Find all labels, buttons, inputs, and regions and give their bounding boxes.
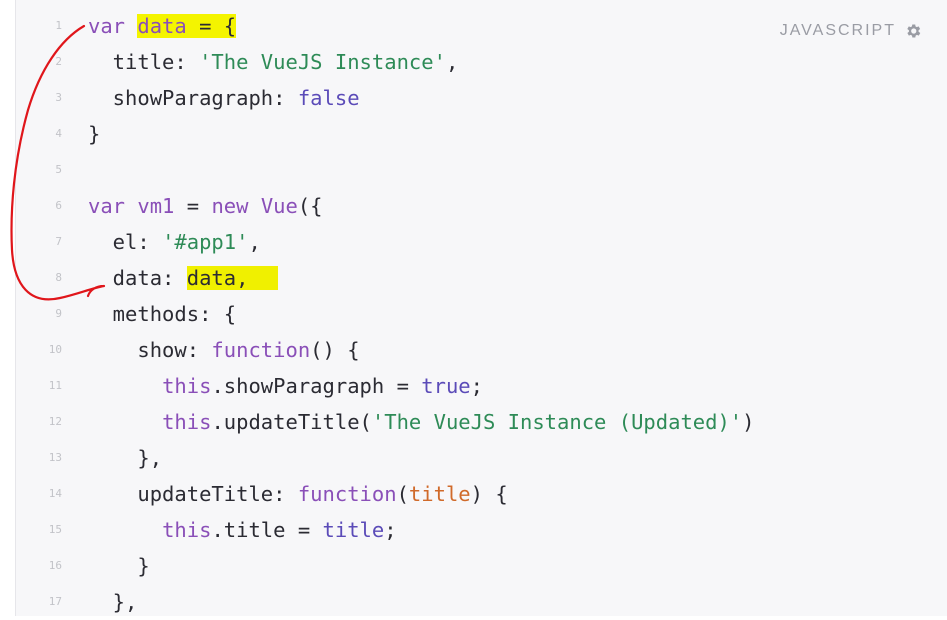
line-number: 12 bbox=[48, 415, 62, 428]
line-number: 5 bbox=[55, 163, 62, 176]
code-text: updateTitle: function(title) { bbox=[88, 482, 508, 506]
line-number: 13 bbox=[48, 451, 62, 464]
line-number: 15 bbox=[48, 523, 62, 536]
line-number: 10 bbox=[48, 343, 62, 356]
code-text: this.title = title; bbox=[162, 518, 397, 542]
code-line: 17 }, bbox=[16, 584, 936, 620]
code-text: this.updateTitle('The VueJS Instance (Up… bbox=[162, 410, 755, 434]
line-number: 4 bbox=[55, 127, 62, 140]
code-text: methods: { bbox=[88, 302, 237, 326]
code-text: el: '#app1', bbox=[88, 230, 261, 254]
line-number: 7 bbox=[55, 235, 62, 248]
code-line: 7 el: '#app1', bbox=[16, 224, 936, 260]
code-text: }, bbox=[88, 446, 163, 470]
line-number: 14 bbox=[48, 487, 62, 500]
code-text: title: 'The VueJS Instance', bbox=[88, 50, 459, 74]
code-text: this.showParagraph = true; bbox=[162, 374, 483, 398]
code-line: 16 } bbox=[16, 548, 936, 584]
line-number: 9 bbox=[55, 307, 62, 320]
code-line: 14 updateTitle: function(title) { bbox=[16, 476, 936, 512]
code-text: showParagraph: false bbox=[88, 86, 360, 110]
code-line: 15 this.title = title; bbox=[16, 512, 936, 548]
code-line: 11 this.showParagraph = true; bbox=[16, 368, 936, 404]
code-line: 8 data: data, bbox=[16, 260, 936, 296]
line-number: 8 bbox=[55, 271, 62, 284]
code-text: } bbox=[88, 122, 101, 146]
code-text: data: data, bbox=[88, 260, 279, 296]
code-line: 1 var data = { bbox=[16, 8, 936, 44]
code-line: 13 }, bbox=[16, 440, 936, 476]
code-editor[interactable]: JAVASCRIPT 1 var data = { 2 title: 'The … bbox=[15, 0, 947, 616]
code-line: 10 show: function() { bbox=[16, 332, 936, 368]
code-line: 9 methods: { bbox=[16, 296, 936, 332]
code-line: 4 } bbox=[16, 116, 936, 152]
code-text: var vm1 = new Vue({ bbox=[88, 194, 323, 218]
code-line: 2 title: 'The VueJS Instance', bbox=[16, 44, 936, 80]
code-text: }, bbox=[88, 590, 138, 614]
code-line: 5 bbox=[16, 152, 936, 188]
code-line: 3 showParagraph: false bbox=[16, 80, 936, 116]
line-number: 3 bbox=[55, 91, 62, 104]
code-text: show: function() { bbox=[88, 338, 360, 362]
line-number: 17 bbox=[48, 595, 62, 608]
line-number: 2 bbox=[55, 55, 62, 68]
line-number: 1 bbox=[55, 19, 62, 32]
code-text: var data = { bbox=[88, 14, 237, 38]
line-number: 11 bbox=[48, 379, 62, 392]
line-number: 6 bbox=[55, 199, 62, 212]
code-line: 12 this.updateTitle('The VueJS Instance … bbox=[16, 404, 936, 440]
code-text: } bbox=[88, 554, 150, 578]
code-line: 6 var vm1 = new Vue({ bbox=[16, 188, 936, 224]
line-number: 16 bbox=[48, 559, 62, 572]
